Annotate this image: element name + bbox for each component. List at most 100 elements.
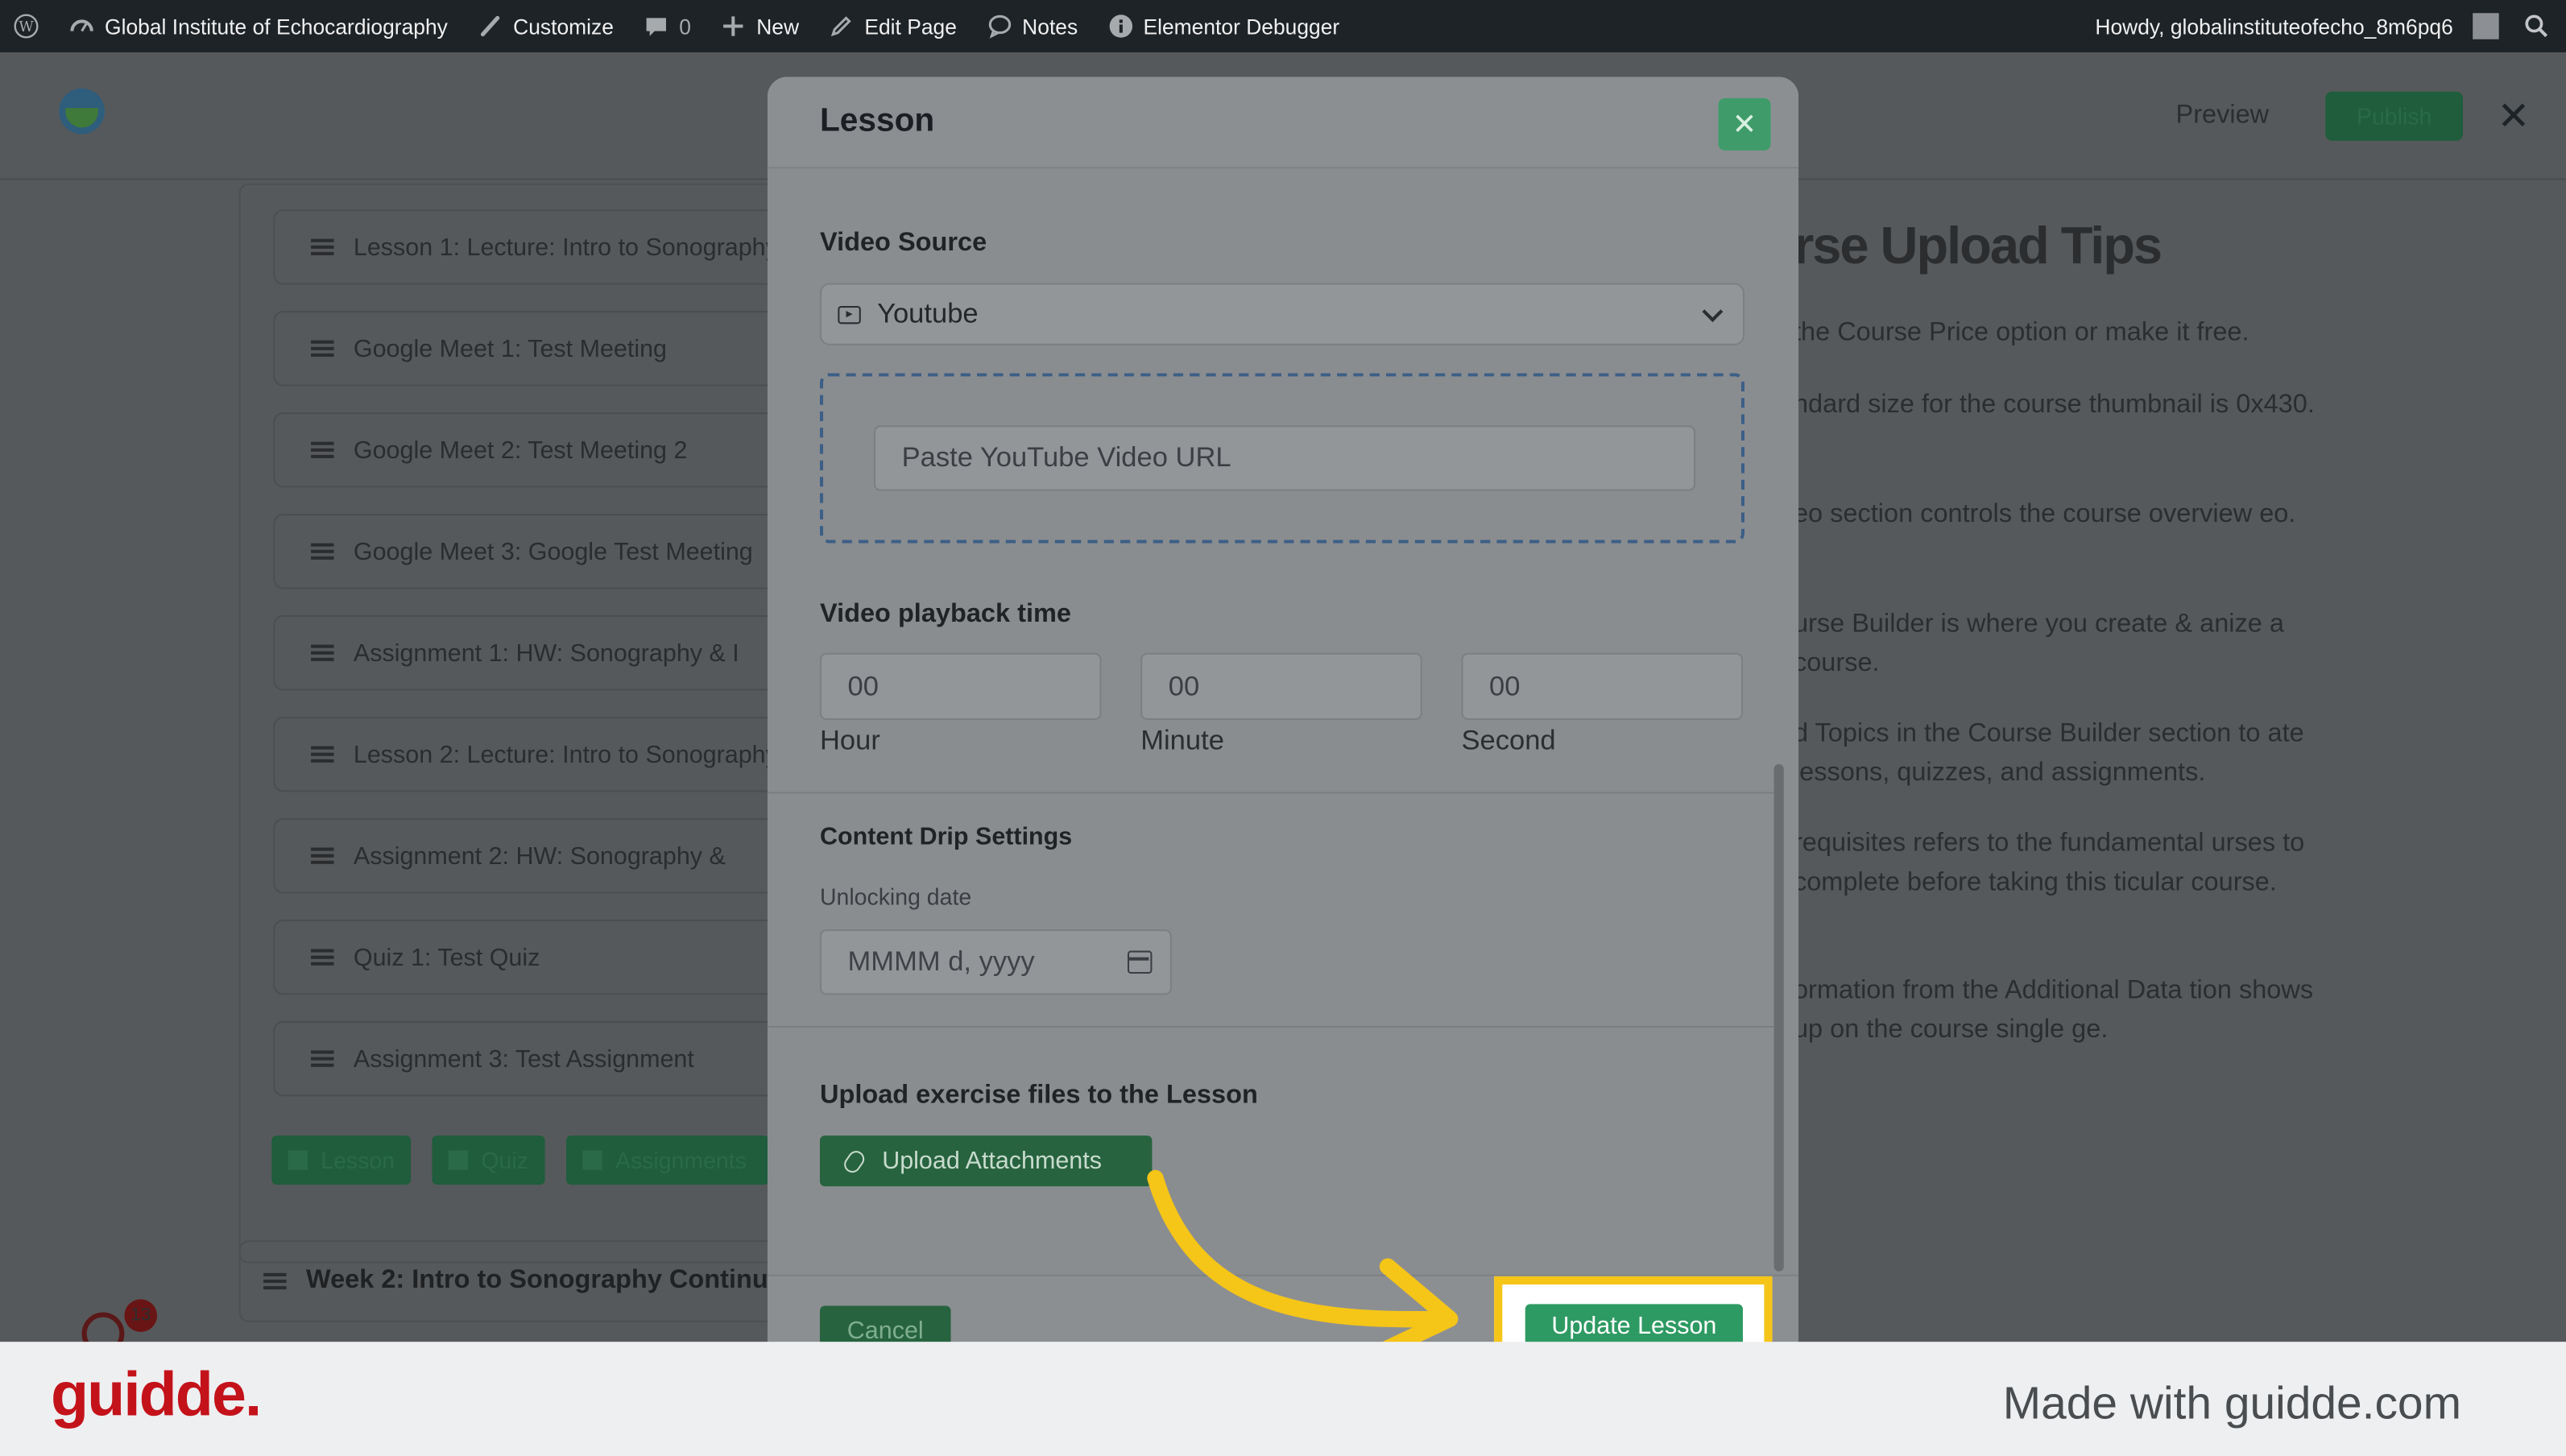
customize-link[interactable]: Customize bbox=[462, 0, 628, 52]
builder-item[interactable]: Quiz 1: Test Quiz bbox=[273, 919, 797, 995]
notes-label: Notes bbox=[1022, 14, 1078, 39]
drag-handle-icon[interactable] bbox=[311, 847, 334, 864]
drag-handle-icon[interactable] bbox=[311, 340, 334, 357]
close-icon: ✕ bbox=[1732, 107, 1757, 140]
builder-item[interactable]: Lesson 1: Lecture: Intro to Sonography bbox=[273, 209, 797, 285]
chat-bubble-icon bbox=[988, 14, 1011, 39]
hour-label: Hour bbox=[819, 725, 880, 756]
comments-link[interactable]: 0 bbox=[628, 0, 706, 52]
upload-attachments-label: Upload Attachments bbox=[882, 1147, 1102, 1175]
plus-icon bbox=[582, 1150, 602, 1170]
calendar-icon[interactable] bbox=[1127, 950, 1153, 974]
topic-title: Week 2: Intro to Sonography Continued bbox=[305, 1266, 780, 1295]
drag-handle-icon[interactable] bbox=[311, 644, 334, 661]
wordpress-icon: W bbox=[14, 14, 39, 39]
tip-text: d Topics in the Course Builder section t… bbox=[1793, 720, 2304, 788]
video-url-input[interactable]: Paste YouTube Video URL bbox=[874, 425, 1696, 491]
drag-handle-icon[interactable] bbox=[311, 441, 334, 458]
builder-item[interactable]: Assignment 2: HW: Sonography & bbox=[273, 817, 797, 894]
builder-item[interactable]: Google Meet 3: Google Test Meeting bbox=[273, 514, 797, 589]
drag-handle-icon[interactable] bbox=[311, 238, 334, 255]
content-drip-title: Content Drip Settings bbox=[819, 823, 1073, 851]
minute-label: Minute bbox=[1140, 725, 1224, 756]
howdy-label: Howdy, globalinstituteofecho_8m6pq6 bbox=[2095, 14, 2453, 39]
new-label: New bbox=[756, 14, 800, 39]
edit-page-link[interactable]: Edit Page bbox=[813, 0, 971, 52]
tip-text: ormation from the Additional Data tion s… bbox=[1793, 977, 2314, 1044]
video-source-label: Video Source bbox=[819, 229, 987, 258]
builder-item[interactable]: Lesson 2: Lecture: Intro to Sonography bbox=[273, 716, 797, 792]
debugger-link[interactable]: Elementor Debugger bbox=[1092, 0, 1354, 52]
drag-handle-icon[interactable] bbox=[311, 949, 334, 966]
guidde-footer: guidde. Made with guidde.com bbox=[0, 1342, 2566, 1456]
publish-button[interactable]: Publish bbox=[2325, 91, 2464, 141]
tip-text: urse Builder is where you create & anize… bbox=[1793, 610, 2284, 678]
hour-input[interactable]: 00 bbox=[819, 652, 1102, 721]
add-lesson-button[interactable]: Lesson bbox=[271, 1135, 412, 1185]
builder-item-label: Google Meet 1: Test Meeting bbox=[353, 334, 667, 363]
builder-item[interactable]: Google Meet 2: Test Meeting 2 bbox=[273, 412, 797, 488]
builder-item-label: Lesson 2: Lecture: Intro to Sonography bbox=[353, 740, 778, 768]
add-quiz-button[interactable]: Quiz bbox=[432, 1135, 545, 1185]
builder-item-label: Assignment 3: Test Assignment bbox=[353, 1044, 694, 1073]
tips-title: rse Upload Tips bbox=[1793, 216, 2162, 275]
edit-page-label: Edit Page bbox=[864, 14, 957, 39]
plus-icon bbox=[448, 1150, 469, 1170]
notes-link[interactable]: Notes bbox=[971, 0, 1092, 52]
wordpress-logo[interactable]: W bbox=[0, 0, 54, 52]
drag-handle-icon[interactable] bbox=[311, 746, 334, 763]
builder-item-label: Assignment 1: HW: Sonography & I bbox=[353, 639, 739, 667]
close-editor-icon[interactable]: ✕ bbox=[2494, 97, 2534, 138]
upload-attachments-button[interactable]: Upload Attachments bbox=[819, 1135, 1153, 1187]
search-link[interactable] bbox=[2509, 0, 2566, 52]
modal-scrollbar[interactable] bbox=[1773, 763, 1784, 1272]
brush-icon bbox=[480, 15, 499, 37]
video-icon bbox=[838, 304, 861, 324]
new-link[interactable]: New bbox=[706, 0, 813, 52]
minute-input[interactable]: 00 bbox=[1140, 652, 1422, 721]
builder-item[interactable]: Assignment 1: HW: Sonography & I bbox=[273, 614, 797, 691]
search-icon bbox=[2525, 14, 2548, 38]
guidde-logo: guidde. bbox=[50, 1361, 262, 1430]
second-label: Second bbox=[1461, 725, 1556, 756]
modal-title: Lesson bbox=[819, 103, 935, 139]
pencil-icon bbox=[831, 16, 852, 37]
preview-button[interactable]: Preview bbox=[2147, 92, 2298, 141]
video-source-value: Youtube bbox=[877, 297, 979, 329]
account-menu[interactable]: Howdy, globalinstituteofecho_8m6pq6 bbox=[2080, 0, 2509, 52]
drag-handle-icon[interactable] bbox=[263, 1272, 287, 1290]
add-assignment-button[interactable]: Assignments bbox=[566, 1135, 769, 1185]
tip-text: the Course Price option or make it free. bbox=[1793, 319, 2249, 347]
paperclip-icon bbox=[841, 1147, 868, 1176]
builder-item[interactable]: Google Meet 1: Test Meeting bbox=[273, 311, 797, 387]
unlocking-date-input[interactable]: MMMM d, yyyy bbox=[819, 929, 1172, 995]
dashboard-icon bbox=[70, 19, 93, 32]
tip-text: requisites refers to the fundamental urs… bbox=[1793, 829, 2305, 897]
site-logo[interactable] bbox=[59, 88, 106, 134]
plus-icon bbox=[723, 16, 743, 36]
notification-count: 13 bbox=[124, 1299, 158, 1332]
builder-item-label: Quiz 1: Test Quiz bbox=[353, 943, 540, 971]
info-icon bbox=[1108, 14, 1132, 38]
chevron-down-icon bbox=[1702, 301, 1724, 323]
admin-bar: W Global Institute of Echocardiography C… bbox=[0, 0, 2566, 53]
screen: W Global Institute of Echocardiography C… bbox=[0, 0, 2566, 1456]
drag-handle-icon[interactable] bbox=[311, 543, 334, 560]
video-source-select[interactable]: Youtube bbox=[819, 283, 1745, 345]
second-input[interactable]: 00 bbox=[1461, 652, 1743, 721]
topic-row[interactable]: Week 2: Intro to Sonography Continued bbox=[238, 1240, 780, 1322]
made-with-text: Made with guidde.com bbox=[2002, 1377, 2461, 1429]
video-url-dropzone: Paste YouTube Video URL bbox=[819, 373, 1745, 544]
modal-close-button[interactable]: ✕ bbox=[1718, 97, 1771, 151]
comments-count: 0 bbox=[679, 14, 691, 39]
customize-label: Customize bbox=[513, 14, 614, 39]
add-assignment-label: Assignments bbox=[615, 1147, 747, 1173]
svg-text:W: W bbox=[19, 19, 34, 35]
site-name-link[interactable]: Global Institute of Echocardiography bbox=[54, 0, 462, 52]
section-divider bbox=[767, 1026, 1774, 1028]
builder-item[interactable]: Assignment 3: Test Assignment bbox=[273, 1020, 797, 1097]
drag-handle-icon[interactable] bbox=[311, 1050, 334, 1067]
builder-item-label: Google Meet 2: Test Meeting 2 bbox=[353, 436, 688, 465]
upload-tips: rse Upload Tips the Course Price option … bbox=[1793, 216, 2350, 1044]
playback-time-label: Video playback time bbox=[819, 600, 1071, 629]
